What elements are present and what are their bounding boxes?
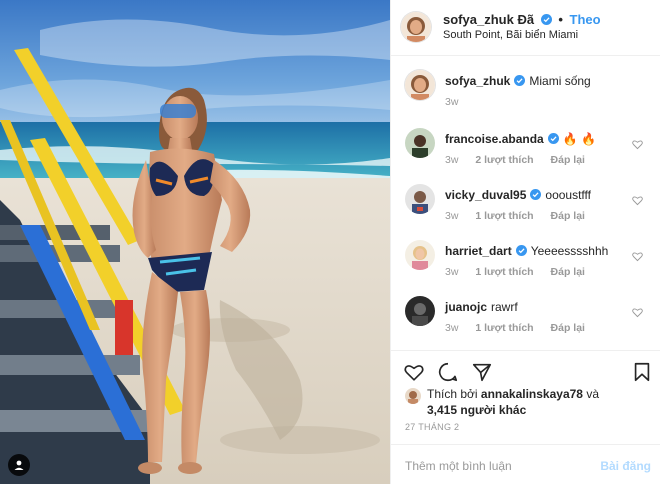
separator-dot: • (558, 12, 563, 27)
comment-avatar[interactable] (405, 128, 435, 158)
comment-username[interactable]: juanojc (445, 300, 487, 314)
verified-badge-icon (514, 75, 526, 86)
caption-text: Miami sống (529, 74, 591, 88)
verified-badge-icon (540, 14, 552, 25)
comments-list: sofya_zhuk Miami sống 3w francoise.abanda… (391, 56, 660, 350)
comment-text: Yeeeesssshhh (530, 244, 609, 258)
caption-item: sofya_zhuk Miami sống 3w (405, 70, 655, 114)
liker-avatar-image (405, 388, 421, 404)
comment-avatar-image (405, 128, 435, 158)
comment-avatar-image (405, 296, 435, 326)
comment-item: juanojc rawrf 3w 1 lượt thích Đáp lại (405, 296, 655, 340)
add-comment-input[interactable]: Thêm một bình luận (405, 459, 512, 473)
reply-button[interactable]: Đáp lại (551, 322, 585, 334)
verified-badge-icon (515, 245, 527, 256)
comment-item: francoise.abanda 🔥 🔥 3w 2 lượt thích Đáp … (405, 128, 655, 172)
comment-item: harriet_dart Yeeeesssshhh 3w 1 lượt thích… (405, 240, 655, 284)
comment-text-line: juanojc rawrf (445, 300, 640, 314)
comment-likes[interactable]: 1 lượt thích (475, 322, 533, 334)
post-side-panel: sofya_zhuk Đã • Theo South Point, Bãi bi… (390, 0, 660, 484)
comment-avatar[interactable] (405, 184, 435, 214)
comment-username[interactable]: francoise.abanda (445, 132, 544, 146)
comment-username[interactable]: harriet_dart (445, 244, 512, 258)
comment-meta: 3w 2 lượt thích Đáp lại (445, 154, 599, 166)
caption-avatar-image (405, 70, 435, 100)
beach-photo-illustration (0, 0, 390, 484)
action-bar (391, 350, 660, 390)
comment-time[interactable]: 3w (445, 266, 458, 278)
comment-avatar[interactable] (405, 296, 435, 326)
author-suffix: Đã (517, 12, 535, 27)
comment-like-heart-icon[interactable] (632, 139, 643, 150)
reply-button[interactable]: Đáp lại (551, 154, 585, 166)
likes-text: Thích bởi annakalinskaya78 và 3,415 ngườ… (427, 386, 599, 418)
caption-time[interactable]: 3w (445, 96, 458, 108)
likes-prefix: Thích bởi (427, 387, 478, 401)
caption-username[interactable]: sofya_zhuk (445, 74, 510, 88)
post-header: sofya_zhuk Đã • Theo South Point, Bãi bi… (391, 0, 660, 56)
comment-meta: 3w 1 lượt thích Đáp lại (445, 210, 599, 222)
comment-likes[interactable]: 2 lượt thích (475, 154, 533, 166)
comment-avatar-image (405, 184, 435, 214)
comment-meta: 3w 1 lượt thích Đáp lại (445, 322, 599, 334)
comment-text: oooustfff (545, 188, 592, 202)
comment-text-line: vicky_duval95 oooustfff (445, 188, 640, 202)
comment-like-heart-icon[interactable] (632, 251, 643, 262)
comment-text: rawrf (491, 300, 518, 314)
post-location[interactable]: South Point, Bãi biển Miami (443, 29, 578, 41)
comment-text-line: francoise.abanda 🔥 🔥 (445, 132, 640, 146)
comment-like-heart-icon[interactable] (632, 307, 643, 318)
verified-badge-icon (547, 133, 559, 144)
likes-count[interactable]: 3,415 người khác (427, 403, 526, 417)
add-comment-bar: Thêm một bình luận Bài đăng (391, 444, 660, 484)
reply-button[interactable]: Đáp lại (551, 266, 585, 278)
liker-avatar[interactable] (405, 388, 421, 404)
reply-button[interactable]: Đáp lại (551, 210, 585, 222)
comment-likes[interactable]: 1 lượt thích (475, 266, 533, 278)
verified-badge-icon (530, 189, 542, 200)
likes-conj: và (586, 387, 600, 401)
comment-avatar-image (405, 240, 435, 270)
send-icon[interactable] (471, 361, 493, 383)
author-line: sofya_zhuk Đã • Theo (443, 12, 601, 27)
comment-text-line: harriet_dart Yeeeesssshhh (445, 244, 640, 258)
comment-likes[interactable]: 1 lượt thích (475, 210, 533, 222)
comment-time[interactable]: 3w (445, 154, 458, 166)
comment-time[interactable]: 3w (445, 210, 458, 222)
caption-meta: 3w (445, 96, 472, 108)
caption-avatar[interactable] (405, 70, 435, 100)
post-photo[interactable] (0, 0, 390, 484)
heart-icon[interactable] (403, 361, 425, 383)
comment-like-heart-icon[interactable] (632, 195, 643, 206)
author-avatar[interactable] (401, 12, 431, 42)
author-avatar-image (401, 12, 431, 42)
comment-text: 🔥 🔥 (562, 132, 596, 146)
comment-time[interactable]: 3w (445, 322, 458, 334)
user-tag-button[interactable] (8, 454, 30, 476)
bookmark-icon[interactable] (631, 361, 653, 383)
post-comment-button[interactable]: Bài đăng (600, 459, 651, 473)
liker-username[interactable]: annakalinskaya78 (481, 387, 583, 401)
author-username[interactable]: sofya_zhuk (443, 12, 514, 27)
comment-meta: 3w 1 lượt thích Đáp lại (445, 266, 599, 278)
comment-item: vicky_duval95 oooustfff 3w 1 lượt thích Đ… (405, 184, 655, 228)
user-tag-icon (14, 460, 24, 470)
comment-avatar[interactable] (405, 240, 435, 270)
comment-username[interactable]: vicky_duval95 (445, 188, 526, 202)
comment-icon[interactable] (437, 361, 459, 383)
caption-text-line: sofya_zhuk Miami sống (445, 74, 640, 88)
follow-button[interactable]: Theo (570, 12, 601, 27)
post-date[interactable]: 27 THÁNG 2 (405, 422, 459, 432)
